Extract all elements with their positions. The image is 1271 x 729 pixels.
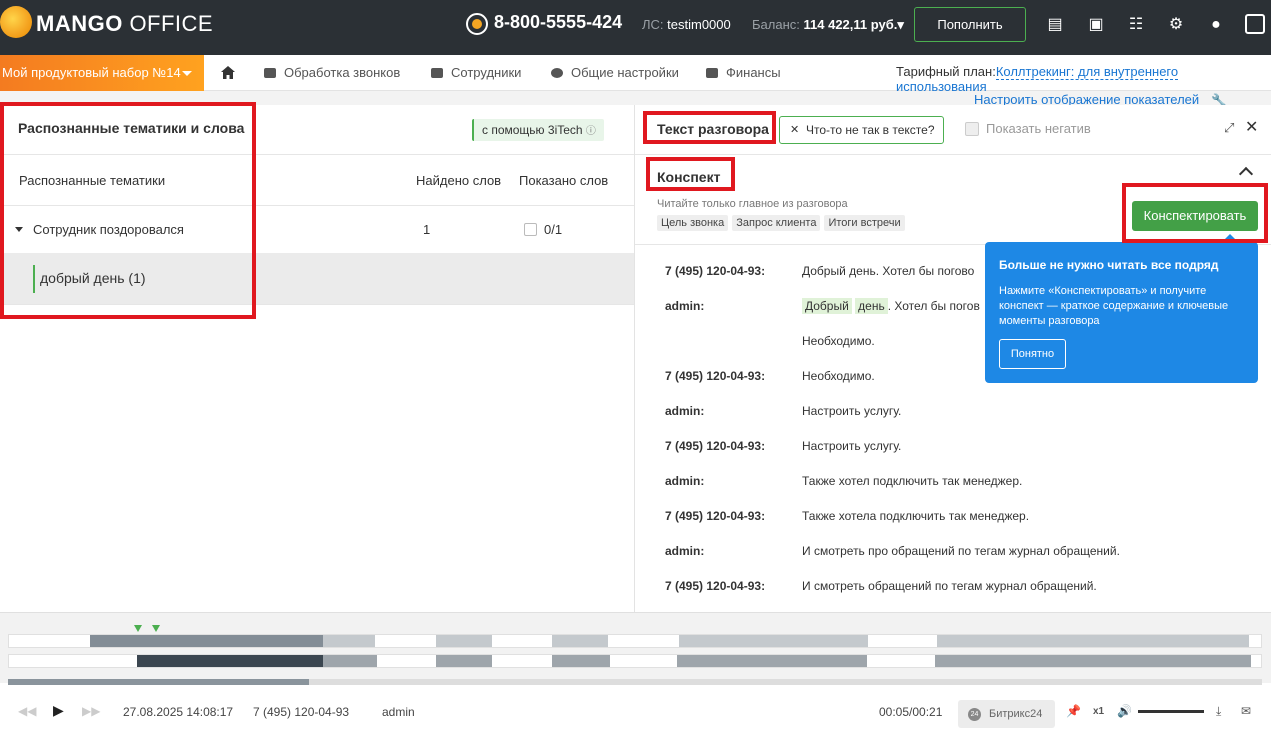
topic-found: 1: [423, 222, 431, 237]
mango-logo-icon: [0, 6, 32, 38]
rewind-icon[interactable]: ◀◀: [18, 704, 36, 718]
users-icon: [431, 68, 443, 78]
volume-icon[interactable]: 🔊: [1117, 704, 1132, 718]
call-datetime: 27.08.2025 14:08:17: [123, 705, 234, 719]
play-icon[interactable]: ▶: [53, 702, 64, 719]
call-number: 7 (495) 120-04-93: [253, 705, 350, 719]
book-icon[interactable]: ☷: [1126, 15, 1146, 35]
highlight-box: [643, 111, 776, 144]
transcript-line: 7 (495) 120-04-93: Настроить услугу.: [665, 439, 902, 453]
timeline[interactable]: [0, 612, 1271, 683]
chevron-up-icon[interactable]: [1238, 166, 1254, 182]
fast-forward-icon[interactable]: ▶▶: [82, 704, 100, 718]
transcript-line: 7 (495) 120-04-93: И смотреть обращений п…: [665, 579, 1097, 593]
speed-button[interactable]: x1: [1093, 706, 1104, 717]
tooltip-title: Больше не нужно читать все подряд: [999, 258, 1219, 272]
top-bar: MANGO OFFICE 8-800-5555-424 ЛС: testim00…: [0, 0, 1271, 55]
negative-checkbox[interactable]: [965, 122, 979, 136]
summary-tags: Цель звонка Запрос клиента Итоги встречи: [657, 215, 909, 231]
transcript-line: admin: И смотреть про обращений по тегам …: [665, 544, 1120, 558]
chat-icon[interactable]: ▤: [1045, 15, 1065, 35]
close-icon[interactable]: ✕: [1245, 117, 1258, 137]
engine-badge[interactable]: с помощью 3iTech ⓘ: [472, 119, 604, 141]
nav-settings[interactable]: Общие настройки: [551, 55, 679, 91]
topic-checkbox[interactable]: [524, 223, 537, 236]
tariff-plan: Тарифный план:Коллтрекинг: для внутренне…: [896, 64, 1179, 95]
highlight-box: [0, 102, 256, 319]
volume-slider[interactable]: [1138, 710, 1204, 713]
col-found: Найдено слов: [416, 173, 502, 188]
highlight-word[interactable]: день: [855, 298, 888, 314]
headset-icon: [466, 13, 488, 35]
tag: Итоги встречи: [824, 215, 905, 231]
chevron-down-icon: [182, 71, 192, 76]
bell-icon[interactable]: ⚙: [1166, 15, 1186, 35]
tag: Запрос клиента: [732, 215, 821, 231]
channel-track-1[interactable]: [8, 634, 1262, 648]
channel-track-2[interactable]: [8, 654, 1262, 668]
call-user: admin: [382, 705, 415, 719]
nav-finance[interactable]: Финансы: [706, 55, 781, 91]
marker-icon[interactable]: [152, 625, 160, 632]
nav-bar: Мой продуктовый набор №14 Обработка звон…: [0, 55, 1271, 95]
balance[interactable]: Баланс: 114 422,11 руб.▾: [752, 17, 904, 33]
transcript-line: 7 (495) 120-04-93: Также хотела подключит…: [665, 509, 1030, 523]
phone-icon: [264, 68, 276, 78]
onboarding-tooltip: Больше не нужно читать все подряд Нажмит…: [985, 234, 1258, 383]
tooltip-ok-button[interactable]: Понятно: [999, 339, 1066, 369]
wallet-icon: [706, 68, 718, 78]
audio-player: ◀◀ ▶ ▶▶ 27.08.2025 14:08:17 7 (495) 120-…: [0, 685, 1271, 729]
playback-time: 00:05/00:21: [879, 705, 943, 719]
topup-button[interactable]: Пополнить: [914, 7, 1026, 42]
collapse-icon[interactable]: ⤢: [1224, 120, 1234, 136]
bitrix-button[interactable]: Битрикс24: [958, 700, 1055, 728]
topic-shown: 0/1: [544, 222, 563, 237]
transcript-line: admin: Настроить услугу.: [665, 404, 902, 418]
exit-icon[interactable]: [1245, 14, 1265, 34]
nav-employees[interactable]: Сотрудники: [431, 55, 521, 91]
highlight-word[interactable]: Добрый: [802, 298, 852, 314]
tag: Цель звонка: [657, 215, 729, 231]
highlight-box: [1122, 183, 1268, 243]
gear-icon: [551, 68, 563, 78]
pin-icon[interactable]: 📌: [1066, 704, 1081, 718]
account-id: ЛС: testim0000: [642, 17, 731, 32]
divider: [635, 154, 1271, 155]
support-phone: 8-800-5555-424: [494, 12, 623, 32]
download-icon[interactable]: ⤓: [1216, 704, 1221, 719]
product-dropdown[interactable]: Мой продуктовый набор №14: [0, 55, 204, 91]
mail-icon[interactable]: ✉: [1241, 704, 1251, 718]
user-menu-icon[interactable]: ●: [1206, 15, 1226, 35]
negative-label: Показать негатив: [986, 121, 1091, 136]
info-icon: ⓘ: [585, 126, 596, 137]
col-shown: Показано слов: [519, 173, 609, 188]
nav-calls[interactable]: Обработка звонков: [264, 55, 400, 91]
logo[interactable]: MANGO OFFICE: [36, 11, 213, 37]
contacts-icon[interactable]: ▣: [1086, 15, 1106, 35]
marker-icon[interactable]: [134, 625, 142, 632]
expand-icon: ✕: [790, 124, 800, 136]
summary-hint: Читайте только главное из разговора: [657, 198, 848, 210]
highlight-box: [646, 157, 735, 191]
home-icon[interactable]: [221, 66, 235, 79]
transcript-line: admin: Также хотел подключить так менедже…: [665, 474, 1023, 488]
tooltip-body: Нажмите «Конспектировать» и получите кон…: [999, 285, 1229, 327]
report-error-button[interactable]: ✕ Что-то не так в тексте?: [779, 116, 944, 144]
